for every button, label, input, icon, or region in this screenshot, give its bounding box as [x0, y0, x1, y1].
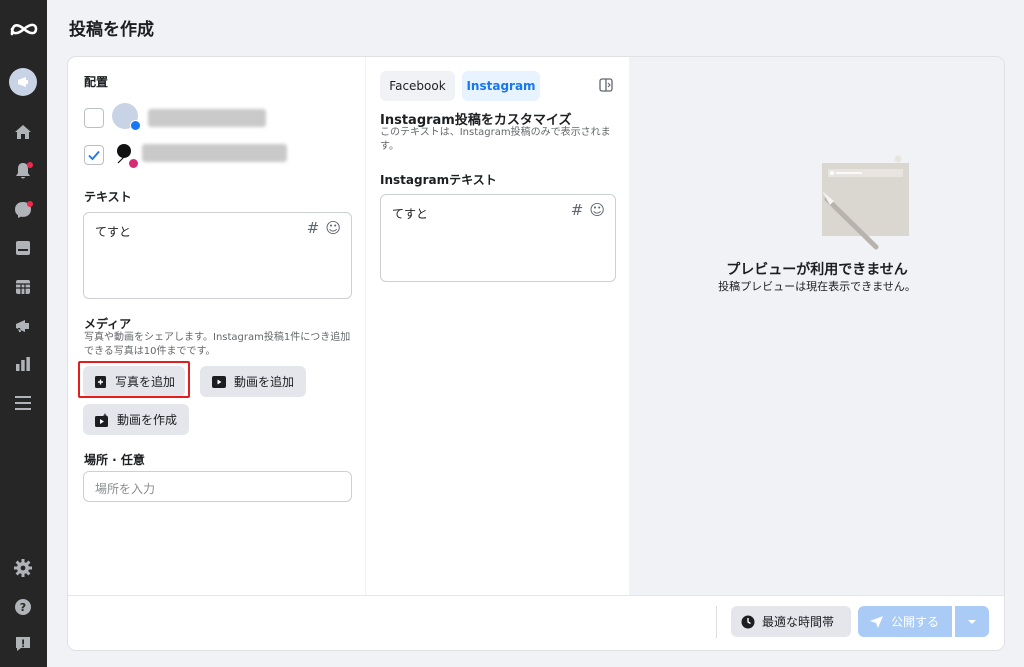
- preview-message: 投稿プレビューは現在表示できません。: [718, 280, 916, 293]
- publish-button[interactable]: 公開する: [858, 606, 952, 637]
- text-heading: テキスト: [84, 190, 132, 204]
- send-icon: [870, 615, 883, 628]
- best-time-label: 最適な時間帯: [762, 615, 835, 629]
- message-dot: [27, 201, 33, 207]
- calendar-icon[interactable]: [12, 276, 34, 298]
- facebook-account-checkbox[interactable]: [84, 108, 104, 128]
- settings-icon[interactable]: [12, 557, 34, 579]
- customize-column: Facebook Instagram Instagram投稿をカスタマイズ この…: [366, 57, 629, 595]
- footer-divider: [716, 606, 717, 638]
- compose-column: 配置 テキスト てすと # ☺ メディア 写真や動画をシェアします。Instag…: [68, 57, 365, 595]
- add-video-label: 動画を追加: [234, 375, 295, 389]
- preview-title: プレビューが利用できません: [726, 262, 908, 278]
- notification-dot: [27, 162, 33, 168]
- svg-text:?: ?: [20, 601, 26, 614]
- best-time-button[interactable]: 最適な時間帯: [731, 606, 851, 637]
- instagram-text-field[interactable]: てすと # ☺: [380, 194, 616, 282]
- tab-instagram[interactable]: Instagram: [462, 71, 540, 101]
- instagram-badge-icon: [128, 158, 139, 169]
- insights-icon[interactable]: [12, 353, 34, 375]
- report-icon[interactable]: [12, 633, 34, 655]
- emoji-icon[interactable]: ☺: [589, 201, 605, 219]
- tab-facebook[interactable]: Facebook: [380, 71, 455, 101]
- left-navigation-rail: ?: [0, 0, 47, 667]
- preview-unavailable-illustration: [814, 153, 914, 257]
- media-help-text: 写真や動画をシェアします。Instagram投稿1件につき追加できる写真は10件…: [84, 332, 351, 357]
- help-icon[interactable]: ?: [12, 596, 34, 618]
- media-heading: メディア: [84, 317, 132, 331]
- instagram-account-checkbox[interactable]: [84, 145, 104, 165]
- home-icon[interactable]: [12, 121, 34, 143]
- create-video-icon: [95, 412, 108, 427]
- megaphone-icon[interactable]: [12, 315, 34, 337]
- create-video-label: 動画を作成: [117, 413, 178, 427]
- publish-options-button[interactable]: [955, 606, 989, 637]
- add-video-button[interactable]: 動画を追加: [200, 366, 307, 397]
- location-placeholder: 場所を入力: [95, 482, 156, 496]
- emoji-icon[interactable]: ☺: [325, 219, 341, 237]
- preview-column: プレビューが利用できません 投稿プレビューは現在表示できません。: [630, 57, 1004, 595]
- text-tools: # ☺: [307, 219, 341, 237]
- chevron-down-icon: [968, 619, 976, 624]
- page-title: 投稿を作成: [69, 20, 154, 40]
- hashtag-icon[interactable]: #: [571, 201, 584, 219]
- instagram-text-tools: # ☺: [571, 201, 605, 219]
- post-text-field[interactable]: てすと # ☺: [83, 212, 352, 299]
- instagram-text-value: てすと: [392, 207, 429, 221]
- pages-icon[interactable]: [12, 237, 34, 259]
- meta-logo-icon[interactable]: [8, 18, 40, 40]
- facebook-badge-icon: [130, 120, 141, 131]
- create-video-button[interactable]: 動画を作成: [83, 404, 190, 435]
- instagram-account-name-redacted: [142, 144, 287, 162]
- clock-icon: [741, 615, 755, 628]
- publish-label: 公開する: [891, 615, 940, 629]
- toggle-panel-icon[interactable]: [599, 77, 613, 96]
- video-icon: [212, 375, 226, 388]
- location-heading: 場所 · 任意: [84, 453, 145, 467]
- footer-bar: 最適な時間帯 公開する: [68, 595, 1004, 650]
- instagram-text-label: Instagramテキスト: [380, 173, 497, 187]
- create-post-card: 配置 テキスト てすと # ☺ メディア 写真や動画をシェアします。Instag…: [68, 57, 1004, 650]
- placement-heading: 配置: [84, 75, 109, 89]
- post-text-value: てすと: [95, 225, 132, 239]
- checkmark-icon: [88, 150, 100, 161]
- menu-icon[interactable]: [12, 392, 34, 414]
- hashtag-icon[interactable]: #: [307, 219, 320, 237]
- location-input[interactable]: 場所を入力: [83, 471, 352, 502]
- account-avatar-icon[interactable]: [9, 68, 37, 96]
- customize-description: このテキストは、Instagram投稿のみで表示されます。: [380, 127, 611, 152]
- facebook-account-name-redacted: [148, 109, 266, 127]
- highlight-box: [78, 361, 190, 398]
